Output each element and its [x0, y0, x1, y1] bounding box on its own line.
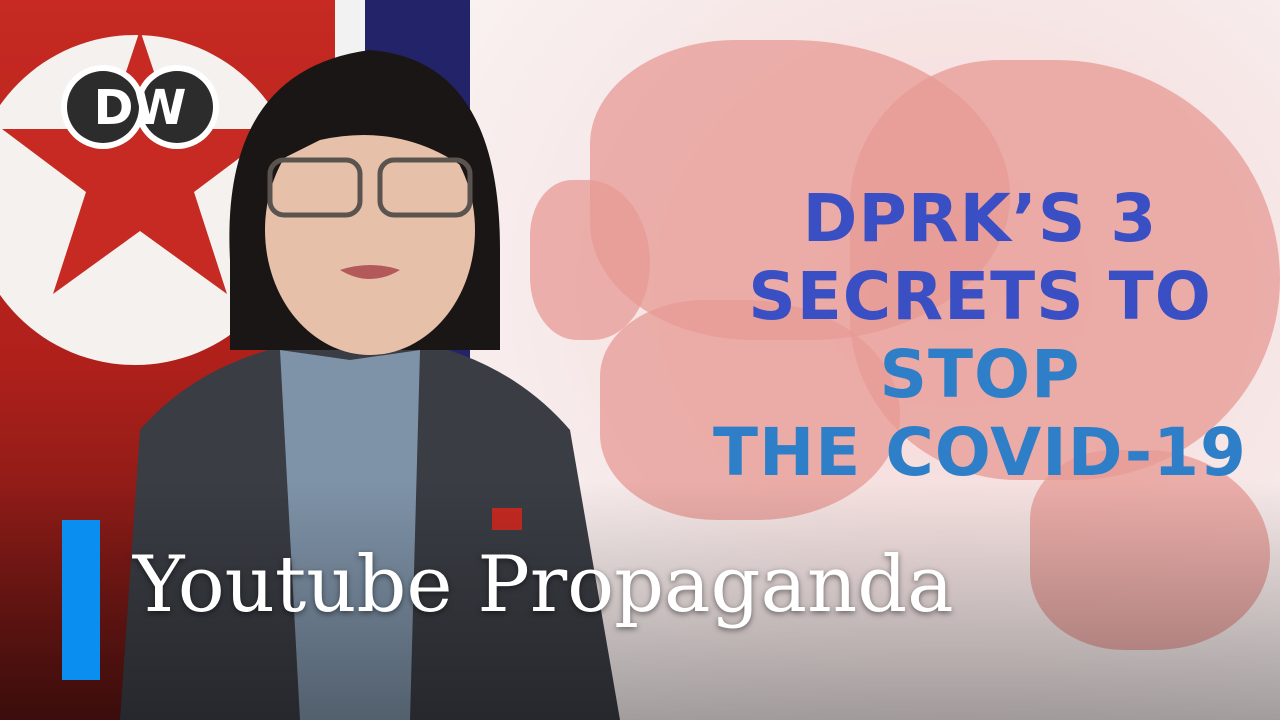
headline-line: STOP — [879, 336, 1081, 413]
accent-bar — [62, 520, 100, 680]
headline-line: DPRK’S 3 — [802, 180, 1158, 257]
dw-logo-text: DW — [94, 80, 187, 136]
headline-line: SECRETS TO — [748, 258, 1212, 335]
headline: DPRK’S 3 SECRETS TO STOP THE COVID-19 — [690, 180, 1270, 492]
dw-logo: DW — [61, 65, 219, 149]
caption-title: Youtube Propaganda — [133, 540, 954, 630]
